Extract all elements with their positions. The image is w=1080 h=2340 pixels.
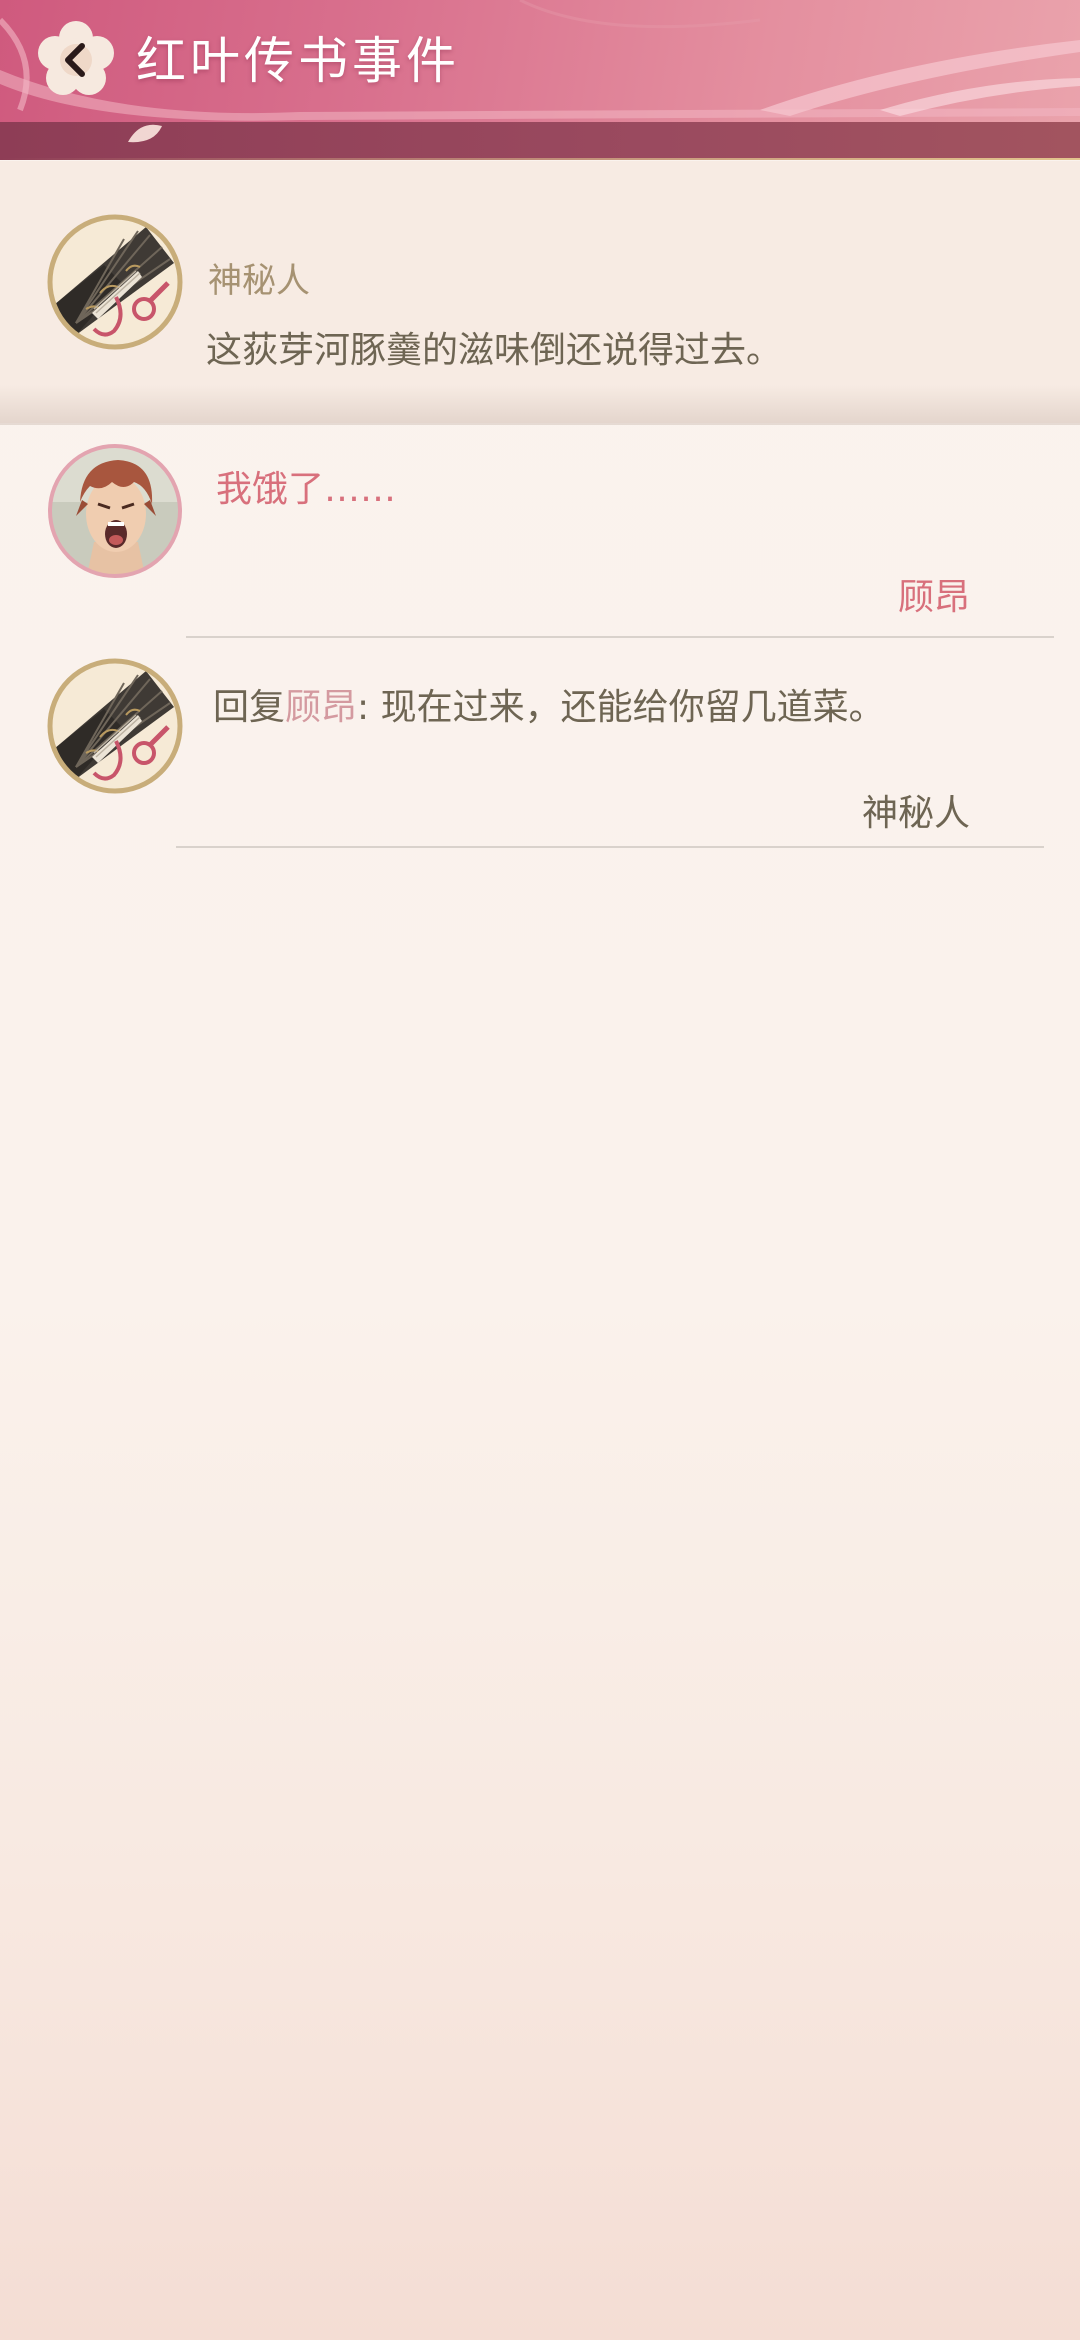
post-author-name: 神秘人	[208, 261, 310, 301]
petal-decoration-icon	[128, 124, 162, 143]
back-button[interactable]	[34, 18, 118, 102]
reply-to-user[interactable]: 顾昂	[285, 687, 357, 728]
post-content: 这荻芽河豚羹的滋味倒还说得过去。	[206, 330, 783, 371]
comment-author-avatar[interactable]	[46, 657, 184, 795]
comment-text: 回复顾昂: 现在过来，还能给你留几道菜。	[213, 678, 885, 730]
comment-author-avatar[interactable]	[46, 442, 184, 580]
comment-item[interactable]: 我饿了…… 顾昂	[0, 440, 1080, 640]
comment-signature: 神秘人	[861, 793, 970, 834]
fan-avatar-icon	[47, 658, 183, 794]
page-title: 红叶传书事件	[136, 32, 460, 90]
guang-avatar-icon	[48, 444, 182, 578]
comment-divider	[176, 846, 1044, 848]
reply-prefix: 回复	[213, 687, 286, 728]
post-shadow	[0, 385, 1080, 425]
fan-avatar-icon	[47, 214, 183, 350]
original-post: 神秘人 这荻芽河豚羹的滋味倒还说得过去。	[0, 161, 1080, 423]
comment-divider	[186, 636, 1054, 638]
post-author-avatar[interactable]	[46, 213, 184, 351]
comment-item[interactable]: 回复顾昂: 现在过来，还能给你留几道菜。 神秘人	[0, 656, 1080, 856]
back-flower-icon	[38, 21, 114, 95]
header-divider	[0, 158, 1080, 160]
header-bar: 红叶传书事件	[0, 0, 1080, 160]
comment-signature: 顾昂	[897, 577, 970, 618]
reply-body: 现在过来，还能给你留几道菜。	[380, 687, 885, 728]
comment-text: 我饿了……	[216, 469, 397, 510]
reply-separator: :	[357, 687, 381, 728]
